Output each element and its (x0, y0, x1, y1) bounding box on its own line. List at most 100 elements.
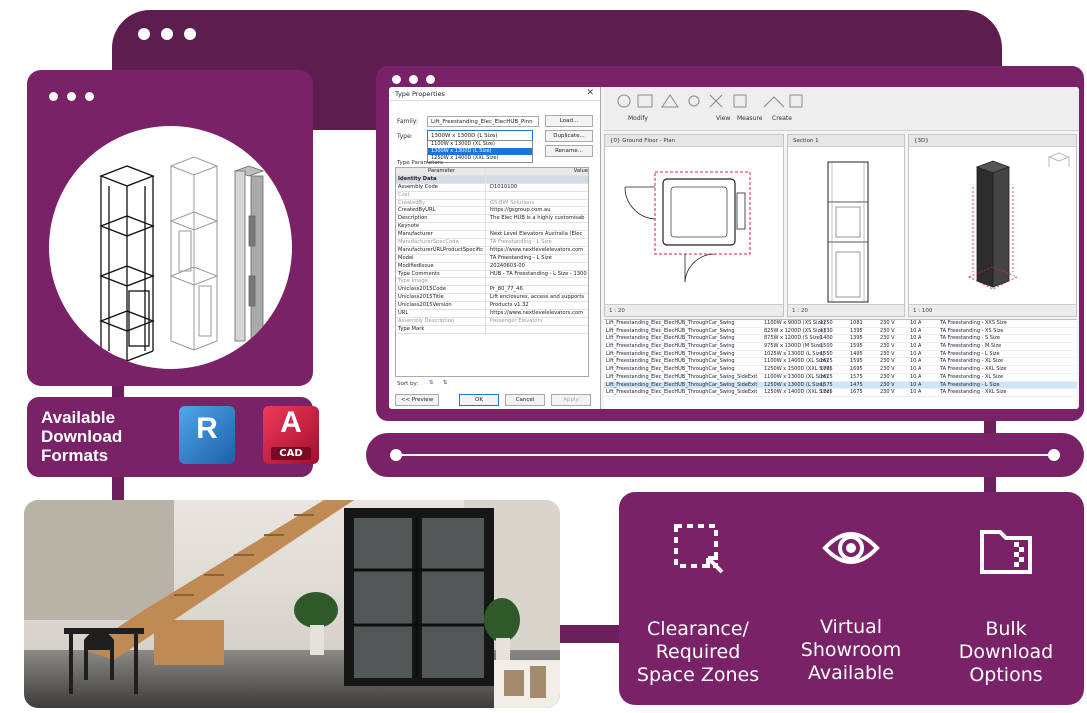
parameter-row[interactable]: Manufacturer Next Level Elevators Austral… (396, 231, 588, 240)
parameter-row[interactable]: Assembly Code D1010100 (396, 183, 588, 192)
schedule-row[interactable]: Lift_Freestanding_Elec_ElecHUB_ThroughCa… (604, 374, 1077, 382)
schedule-row[interactable]: Lift_Freestanding_Elec_ElecHUB_ThroughCa… (604, 328, 1077, 336)
ok-button[interactable]: OK (459, 394, 499, 406)
parameter-value[interactable]: GS-BIM Solutions (490, 200, 588, 208)
parameter-row[interactable]: Keynote (396, 223, 588, 232)
window-dot (49, 92, 58, 101)
parameter-name: Manufacturer (398, 231, 486, 240)
duplicate-button[interactable]: Duplicate... (545, 130, 593, 142)
floor-plan-tab[interactable]: {0} Ground Floor - Plan (605, 135, 783, 147)
parameter-value[interactable]: Pr_80_77_46 (490, 286, 588, 294)
apply-button[interactable]: Apply (551, 394, 591, 406)
slider-track[interactable] (396, 454, 1054, 456)
parameter-row[interactable]: Model TA Freestanding - L Size (396, 254, 588, 263)
section-tab[interactable]: Section 1 (788, 135, 904, 147)
parameter-row[interactable]: Uniclass2015Version Products v1.32 (396, 302, 588, 311)
parameter-row[interactable]: Uniclass2015Code Pr_80_77_46 (396, 286, 588, 295)
schedule-row[interactable]: Lift_Freestanding_Elec_ElecHUB_ThroughCa… (604, 366, 1077, 374)
schedule-cell-b: 1081 (850, 320, 863, 326)
schedule-row[interactable]: Lift_Freestanding_Elec_ElecHUB_ThroughCa… (604, 320, 1077, 328)
schedule-row[interactable]: Lift_Freestanding_Elec_ElecHUB_ThroughCa… (604, 343, 1077, 351)
parameter-value[interactable]: https://www.nextlevelelevators.com (490, 247, 588, 255)
parameter-row[interactable]: Identity Data (396, 175, 588, 184)
ribbon-tool-icons (617, 94, 803, 108)
parameter-value[interactable]: https://gsgroup.com.au (490, 207, 588, 215)
parameter-row[interactable]: Type Comments HUB - TA Freestanding - L S… (396, 270, 588, 279)
threed-scale[interactable]: 1 : 100 (909, 304, 1076, 316)
parameter-row[interactable]: CreatedByURL https://gsgroup.com.au (396, 207, 588, 216)
schedule-row[interactable]: Lift_Freestanding_Elec_ElecHUB_ThroughCa… (604, 381, 1077, 390)
section-view[interactable]: Section 1 1 : 20 (787, 134, 905, 317)
parameter-row[interactable]: Description The Elec HUB is a highly cust… (396, 215, 588, 224)
type-option[interactable]: 1300W x 1300D (L Size) (428, 148, 532, 155)
parameter-row[interactable]: Type Mark (396, 325, 588, 334)
slider-knob-start[interactable] (390, 449, 402, 461)
ribbon-view-label[interactable]: View (716, 115, 730, 122)
revit-format-icon[interactable]: R (179, 406, 235, 464)
ribbon-modify-label[interactable]: Modify (628, 115, 648, 122)
cancel-button[interactable]: Cancel (505, 394, 545, 406)
parameter-value[interactable]: TA Freestanding - L Size (490, 255, 588, 263)
type-option[interactable]: 1100W x 1300D (XL Size) (428, 141, 532, 148)
parameter-value[interactable]: Products v1.32 (490, 302, 588, 310)
parameter-value[interactable]: The Elec HUB is a highly customisab (490, 215, 588, 223)
threed-tab[interactable]: {3D} (909, 135, 1076, 147)
feature-clearance[interactable]: Clearance/ Required Space Zones (623, 520, 773, 687)
parameter-row[interactable]: Uniclass2015Title Lift enclosures, access… (396, 294, 588, 303)
parameter-row[interactable]: ModifiedIssue 20240603-00 (396, 262, 588, 271)
value-column-header: Value (573, 168, 588, 174)
schedule-row[interactable]: Lift_Freestanding_Elec_ElecHUB_ThroughCa… (604, 389, 1077, 397)
parameter-value[interactable]: HUB - TA Freestanding - L Size - 1300 (490, 271, 588, 279)
family-select[interactable]: Lift_Freestanding_Elec_ElecHUB_Pinn (427, 116, 539, 127)
parameter-value[interactable]: 20240603-00 (490, 263, 588, 271)
section-drawing (827, 161, 869, 303)
schedule-cell-amp: 10 A (910, 350, 922, 357)
schedule-cell-a: 1250 (820, 320, 833, 326)
schedule-cell-desc: TA Freestanding - XL Size (940, 358, 1004, 365)
parameter-row[interactable]: Type Image (396, 278, 588, 287)
schedule-row[interactable]: Lift_Freestanding_Elec_ElecHUB_ThroughCa… (604, 335, 1077, 344)
section-scale[interactable]: 1 : 20 (788, 304, 904, 316)
sort-by-label: Sort by: (397, 381, 419, 387)
parameter-value[interactable]: D1010100 (490, 184, 588, 192)
autocad-format-icon[interactable]: A CAD (263, 406, 319, 464)
parameter-value[interactable]: Next Level Elevators Australia (Elec (490, 231, 588, 239)
preview-button[interactable]: << Preview (395, 394, 439, 406)
load-button[interactable]: Load... (545, 115, 593, 127)
lift-schedule-table[interactable]: Lift_Freestanding_Elec_ElecHUB_ThroughCa… (604, 319, 1077, 409)
schedule-row[interactable]: Lift_Freestanding_Elec_ElecHUB_ThroughCa… (604, 358, 1077, 367)
parameter-row[interactable]: ManufacturerSpecCode TA Freestanding - L … (396, 239, 588, 247)
schedule-cell-name: Lift_Freestanding_Elec_ElecHUB_ThroughCa… (606, 381, 758, 388)
type-parameters-table[interactable]: Parameter Value Identity Data Assembly Co… (395, 167, 589, 377)
feature-virtual-showroom[interactable]: Virtual Showroom Available (776, 520, 926, 685)
ribbon-measure-label[interactable]: Measure (737, 115, 763, 122)
floor-plan-scale[interactable]: 1 : 20 (605, 304, 783, 316)
parameter-value[interactable]: Passenger Elevators (490, 318, 588, 326)
parameter-value[interactable]: https://www.nextlevelelevators.com (490, 310, 588, 318)
parameter-row[interactable]: URL https://www.nextlevelelevators.com (396, 310, 588, 318)
close-icon[interactable]: ✕ (586, 88, 594, 98)
type-option[interactable]: 1250W x 1400D (XXL Size) (428, 155, 532, 162)
schedule-row[interactable]: Lift_Freestanding_Elec_ElecHUB_ThroughCa… (604, 351, 1077, 359)
floor-plan-view[interactable]: {0} Ground Floor - Plan 1 : 20 (604, 134, 784, 317)
feature-bulk-download[interactable]: Bulk Download Options (931, 520, 1081, 687)
parameter-row[interactable]: Cost (396, 191, 588, 200)
sort-descending-icon[interactable]: ⇅ (439, 378, 451, 390)
parameter-value[interactable]: TA Freestanding - L Size (490, 239, 588, 247)
schedule-cell-a: 1500 (820, 343, 833, 350)
schedule-cell-name: Lift_Freestanding_Elec_ElecHUB_ThroughCa… (606, 335, 735, 342)
ribbon-create-label[interactable]: Create (772, 115, 792, 122)
type-parameters-label: Type Parameters (397, 160, 443, 166)
rename-button[interactable]: Rename... (545, 145, 593, 157)
sort-ascending-icon[interactable]: ⇅ (425, 378, 437, 390)
parameter-row[interactable]: ManufacturerURLProductSpecific https://ww… (396, 246, 588, 255)
slider-knob-end[interactable] (1048, 449, 1060, 461)
parameter-row[interactable]: Assembly Description Passenger Elevators (396, 317, 588, 326)
threed-drawing (968, 152, 1071, 290)
parameter-row[interactable]: CreatedBy GS-BIM Solutions (396, 199, 588, 208)
schedule-cell-a: 1675 (820, 381, 833, 388)
threed-view[interactable]: {3D} 1 : 100 (908, 134, 1077, 317)
parameter-value[interactable]: Lift enclosures, access and supports (490, 294, 588, 302)
carousel-slider[interactable] (366, 433, 1084, 477)
showroom-photo (24, 500, 560, 708)
